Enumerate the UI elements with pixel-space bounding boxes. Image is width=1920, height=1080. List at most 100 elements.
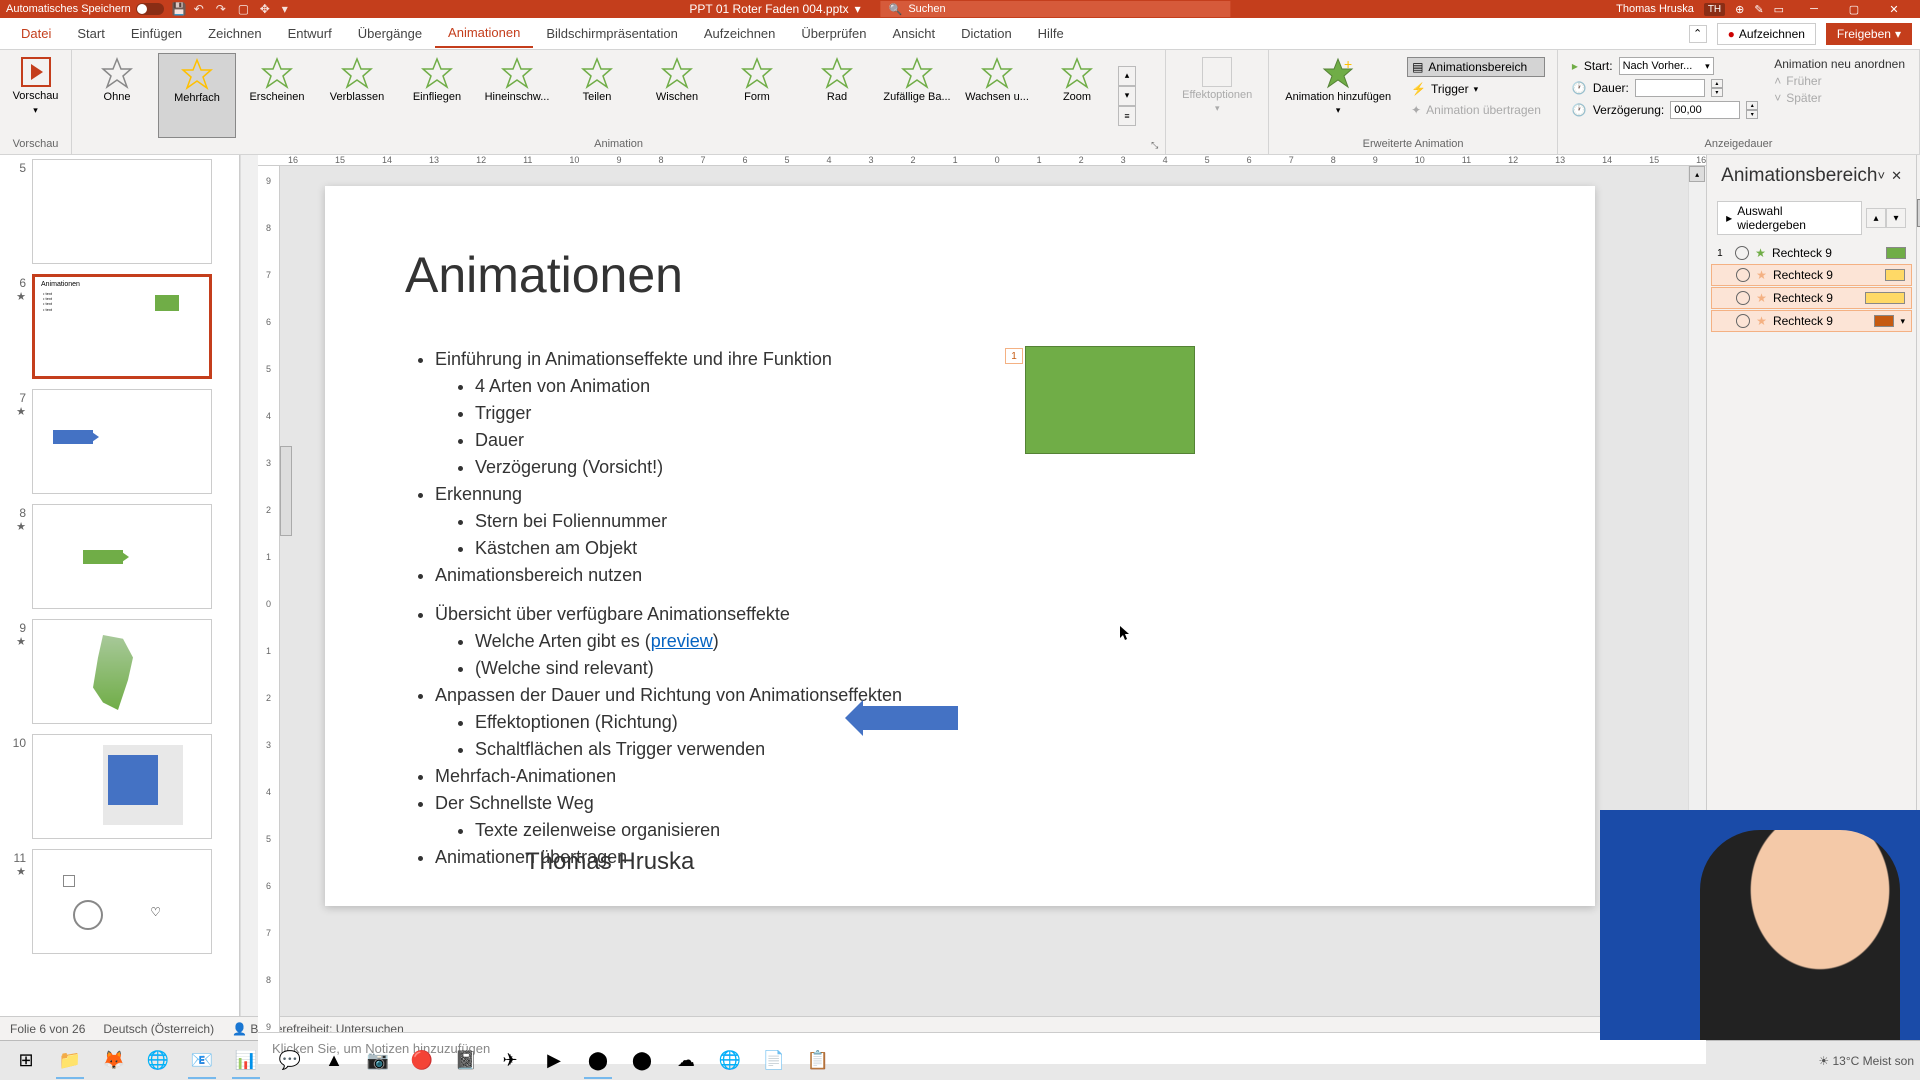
animation-zoom[interactable]: Zoom: [1038, 53, 1116, 138]
powerpoint-icon[interactable]: 📊: [226, 1043, 266, 1079]
weather-widget[interactable]: ☀ 13°C Meist son: [1818, 1054, 1914, 1068]
tab-dictation[interactable]: Dictation: [948, 20, 1025, 47]
move-up-button[interactable]: ▴: [1866, 208, 1886, 228]
search-input[interactable]: 🔍 Suchen: [881, 1, 1231, 17]
tab-view[interactable]: Ansicht: [879, 20, 948, 47]
slide-canvas[interactable]: Animationen Einführung in Animationseffe…: [325, 186, 1595, 906]
move-down-button[interactable]: ▾: [1886, 208, 1906, 228]
tab-help[interactable]: Hilfe: [1025, 20, 1077, 47]
duration-spinner[interactable]: ▴▾: [1711, 79, 1723, 97]
touch-icon[interactable]: ✥: [260, 2, 274, 16]
thumbs-scrollbar[interactable]: [240, 155, 258, 1016]
save-icon[interactable]: 💾: [172, 2, 186, 16]
add-animation-button[interactable]: + Animation hinzufügen ▾: [1275, 53, 1401, 123]
thumbnail-slide-7[interactable]: 7★: [8, 389, 231, 494]
thumbnail-slide-10[interactable]: 10: [8, 734, 231, 839]
telegram-icon[interactable]: ✈: [490, 1043, 530, 1079]
delay-input[interactable]: 00,00: [1670, 101, 1740, 119]
duration-input[interactable]: [1635, 79, 1705, 97]
thumbnail-slide-9[interactable]: 9★: [8, 619, 231, 724]
slide-title[interactable]: Animationen: [405, 246, 683, 304]
start-select[interactable]: Nach Vorher...▾: [1619, 57, 1714, 75]
slide-counter[interactable]: Folie 6 von 26: [10, 1022, 85, 1036]
edge-icon[interactable]: 🌐: [710, 1043, 750, 1079]
vlc-icon[interactable]: ▲: [314, 1043, 354, 1079]
animation-erscheinen[interactable]: Erscheinen: [238, 53, 316, 138]
animation-form[interactable]: Form: [718, 53, 796, 138]
undo-icon[interactable]: ↶: [194, 2, 208, 16]
app-icon[interactable]: 🔴: [402, 1043, 442, 1079]
animation-list-item[interactable]: 1★Rechteck 9: [1711, 243, 1912, 263]
minimize-button[interactable]: ─: [1794, 0, 1834, 18]
outlook-icon[interactable]: 📧: [182, 1043, 222, 1079]
tab-start[interactable]: Start: [64, 20, 117, 47]
animation-zufällige ba...[interactable]: Zufällige Ba...: [878, 53, 956, 138]
animation-ohne[interactable]: Ohne: [78, 53, 156, 138]
close-pane-icon[interactable]: ✕: [1891, 168, 1902, 184]
obs-icon[interactable]: ⬤: [578, 1043, 618, 1079]
app-icon[interactable]: ⬤: [622, 1043, 662, 1079]
autosave-toggle[interactable]: Automatisches Speichern: [6, 3, 164, 15]
redo-icon[interactable]: ↷: [216, 2, 230, 16]
scroll-up-icon[interactable]: ▴: [1689, 166, 1705, 182]
qat-more-icon[interactable]: ▾: [282, 2, 296, 16]
outline-toggle[interactable]: [280, 446, 292, 536]
firefox-icon[interactable]: 🦊: [94, 1043, 134, 1079]
thumbnail-slide-5[interactable]: 5: [8, 159, 231, 264]
animation-wachsen u...[interactable]: Wachsen u...: [958, 53, 1036, 138]
share-button[interactable]: Freigeben▾: [1826, 23, 1912, 45]
chrome-icon[interactable]: 🌐: [138, 1043, 178, 1079]
animation-einfliegen[interactable]: Einfliegen: [398, 53, 476, 138]
toggle-switch[interactable]: [136, 3, 164, 15]
app-icon[interactable]: ☁: [666, 1043, 706, 1079]
delay-spinner[interactable]: ▴▾: [1746, 101, 1758, 119]
language-indicator[interactable]: Deutsch (Österreich): [103, 1022, 214, 1036]
app-icon[interactable]: 💬: [270, 1043, 310, 1079]
animation-list-item[interactable]: ★Rechteck 9: [1711, 264, 1912, 286]
blue-arrow-shape[interactable]: [863, 706, 958, 730]
animation-pane-button[interactable]: ▤Animationsbereich: [1407, 57, 1545, 77]
animation-wischen[interactable]: Wischen: [638, 53, 716, 138]
tab-record[interactable]: Aufzeichnen: [691, 20, 789, 47]
animation-mehrfach[interactable]: Mehrfach: [158, 53, 236, 138]
tab-draw[interactable]: Zeichnen: [195, 20, 274, 47]
animation-teilen[interactable]: Teilen: [558, 53, 636, 138]
onenote-icon[interactable]: 📓: [446, 1043, 486, 1079]
play-selection-button[interactable]: ▸Auswahl wiedergeben: [1717, 201, 1862, 235]
chevron-down-icon[interactable]: ˅: [1877, 168, 1885, 184]
expand-icon[interactable]: ⤡: [1151, 140, 1163, 152]
animation-hineinschw...[interactable]: Hineinschw...: [478, 53, 556, 138]
animation-number-tag[interactable]: 1: [1005, 348, 1023, 364]
window-icon[interactable]: ▭: [1774, 3, 1784, 16]
draw-icon[interactable]: ✎: [1754, 3, 1763, 16]
tab-file[interactable]: Datei: [8, 20, 64, 47]
app-icon[interactable]: ▶: [534, 1043, 574, 1079]
animation-list-item[interactable]: ★Rechteck 9: [1711, 287, 1912, 309]
tab-animations[interactable]: Animationen: [435, 19, 533, 48]
user-name[interactable]: Thomas Hruska: [1616, 3, 1694, 15]
trigger-button[interactable]: ⚡Trigger▾: [1407, 80, 1545, 98]
slide-content[interactable]: Einführung in Animationseffekte und ihre…: [405, 346, 902, 871]
app-icon[interactable]: 📋: [798, 1043, 838, 1079]
maximize-button[interactable]: ▢: [1834, 0, 1874, 18]
app-icon[interactable]: 📄: [754, 1043, 794, 1079]
from-beginning-icon[interactable]: ▢: [238, 2, 252, 16]
animation-verblassen[interactable]: Verblassen: [318, 53, 396, 138]
gallery-nav[interactable]: ▴▾≡: [1118, 53, 1136, 138]
user-avatar[interactable]: TH: [1704, 3, 1725, 16]
tab-transitions[interactable]: Übergänge: [345, 20, 435, 47]
close-button[interactable]: ✕: [1874, 0, 1914, 18]
tab-design[interactable]: Entwurf: [275, 20, 345, 47]
animation-list-item[interactable]: ★Rechteck 9▾: [1711, 310, 1912, 332]
start-button[interactable]: ⊞: [6, 1043, 46, 1079]
ribbon-collapse-button[interactable]: ⌃: [1689, 25, 1707, 43]
thumbnail-slide-11[interactable]: 11★♡: [8, 849, 231, 954]
author-text[interactable]: Thomas Hruska: [525, 848, 694, 876]
tab-review[interactable]: Überprüfen: [788, 20, 879, 47]
green-rectangle-shape[interactable]: [1025, 346, 1195, 454]
tab-slideshow[interactable]: Bildschirmpräsentation: [533, 20, 691, 47]
preview-button[interactable]: Vorschau ▾: [6, 53, 65, 120]
tab-insert[interactable]: Einfügen: [118, 20, 195, 47]
animation-rad[interactable]: Rad: [798, 53, 876, 138]
app-icon[interactable]: 📷: [358, 1043, 398, 1079]
